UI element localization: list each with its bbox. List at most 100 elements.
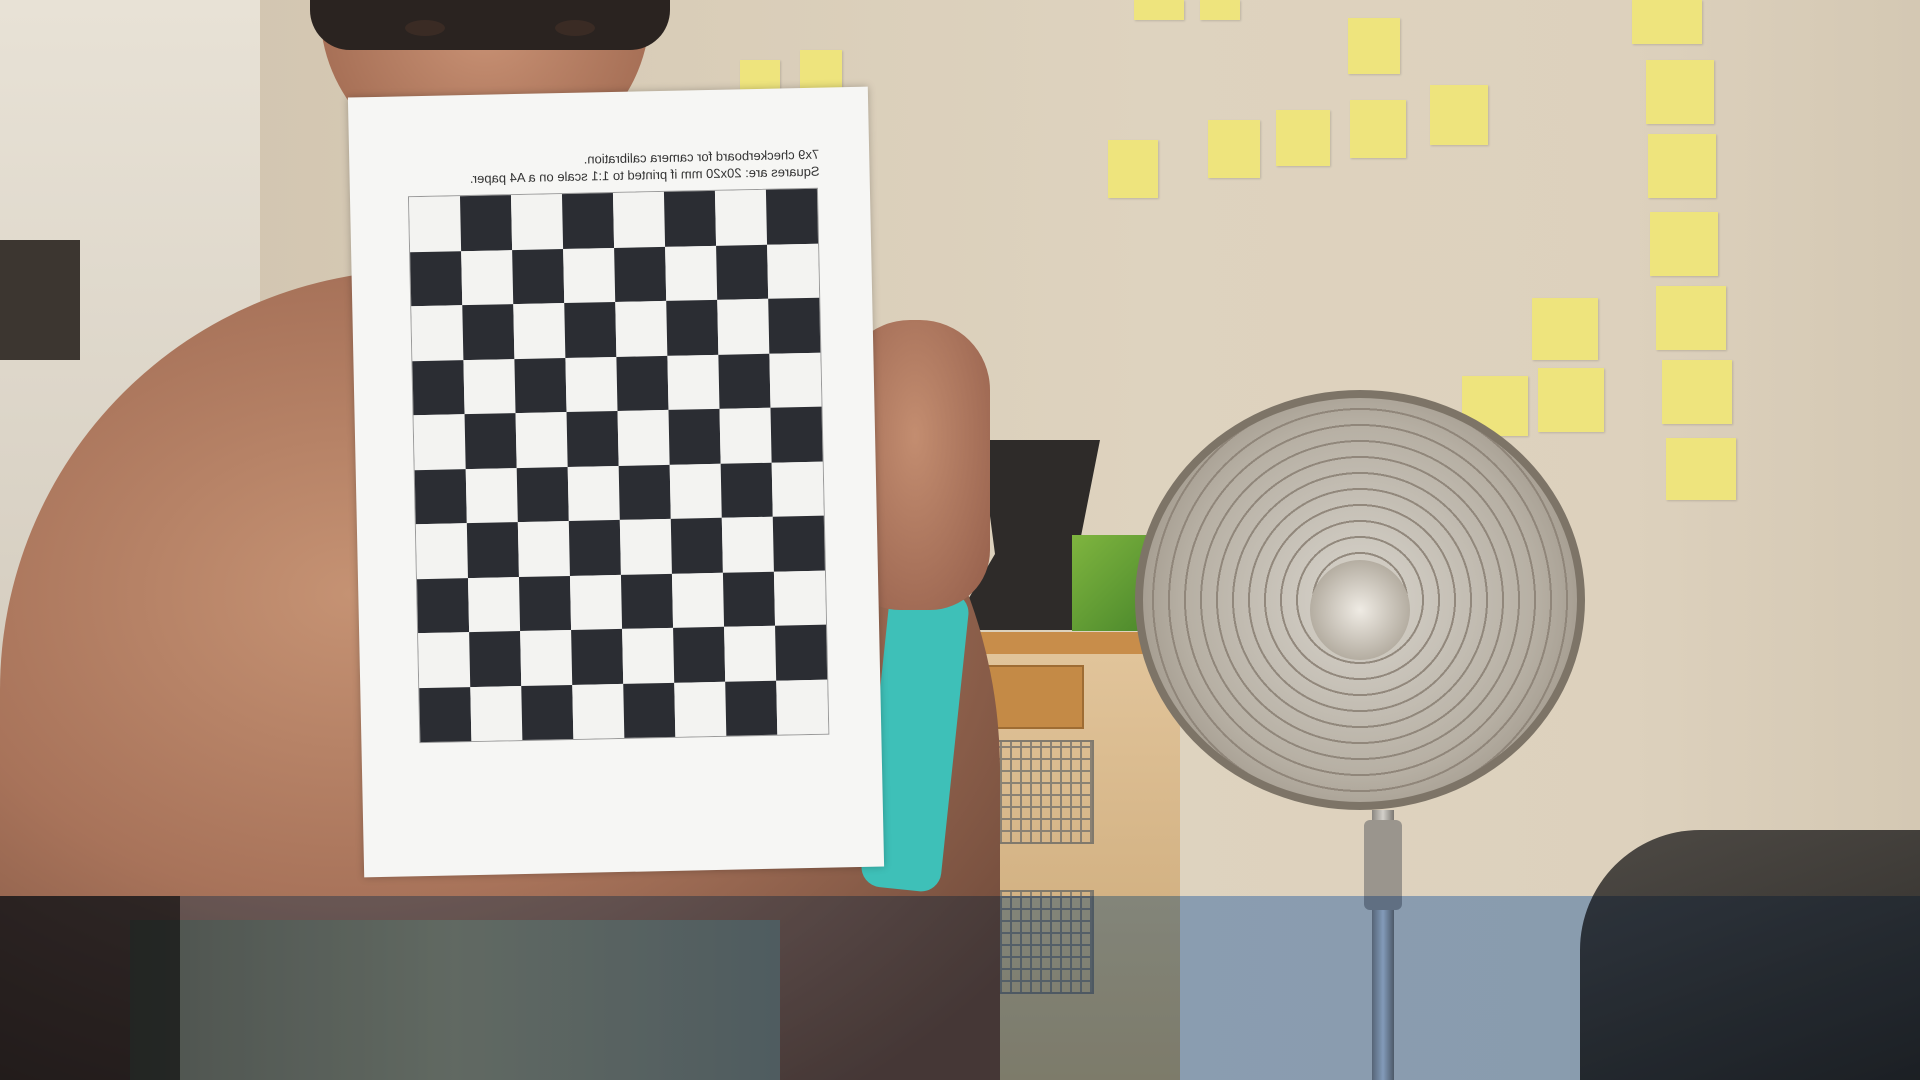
paper-caption: 7x9 checkerboard for camera calibration.… (409, 146, 820, 189)
checkerboard-square (410, 250, 463, 307)
checkerboard-square (718, 353, 771, 409)
checkerboard-square (464, 413, 517, 469)
checkerboard-square (622, 627, 675, 684)
sticky-note (1662, 360, 1732, 424)
checkerboard-square (567, 465, 620, 521)
checkerboard-square (565, 356, 618, 413)
checkerboard-square (623, 682, 676, 738)
checkerboard-square (408, 196, 462, 252)
checkerboard-square (465, 467, 518, 524)
checkerboard-square (725, 680, 778, 736)
checkerboard-square (463, 358, 516, 415)
checkerboard-square (669, 463, 722, 519)
checkerboard-square (462, 304, 515, 360)
checkerboard-square (516, 466, 569, 523)
sticky-note (1350, 100, 1406, 158)
checkerboard-square (416, 577, 470, 634)
checkerboard-square (714, 189, 768, 246)
checkerboard-square (668, 408, 721, 465)
sticky-note (1650, 212, 1718, 276)
checkerboard-paper: 7x9 checkerboard for camera calibration.… (347, 86, 885, 878)
checkerboard-square (612, 191, 666, 248)
sticky-note (1532, 298, 1598, 360)
photo-scene: 7x9 checkerboard for camera calibration.… (0, 0, 1920, 1080)
sticky-note (1632, 0, 1702, 44)
sticky-note (1348, 18, 1400, 74)
checkerboard-square (673, 626, 726, 683)
checkerboard (407, 187, 830, 744)
checkerboard-square (614, 246, 667, 302)
checkerboard-square (564, 301, 617, 358)
sticky-note (1108, 140, 1158, 198)
checkerboard-square (771, 461, 824, 517)
checkerboard-square (561, 193, 615, 249)
checkerboard-square (776, 679, 829, 735)
checkerboard-square (772, 515, 825, 572)
checkerboard-square (663, 190, 717, 247)
person-hair (310, 0, 670, 50)
checkerboard-square (469, 631, 522, 687)
checkerboard-square (418, 632, 471, 688)
person-eye (555, 20, 595, 36)
checkerboard-square (414, 468, 467, 525)
door-frame (0, 240, 80, 360)
checkerboard-square (768, 297, 821, 354)
color-tint-band (0, 896, 1920, 1080)
checkerboard-square (466, 522, 519, 578)
sticky-note (1538, 368, 1604, 432)
checkerboard-square (461, 249, 514, 306)
checkerboard-square (513, 303, 566, 359)
sticky-note (1648, 134, 1716, 198)
checkerboard-square (619, 518, 672, 575)
checkerboard-square (670, 517, 723, 574)
sticky-note (1208, 120, 1260, 178)
checkerboard-square (724, 625, 777, 682)
checkerboard-square (770, 406, 823, 463)
checkerboard-square (566, 410, 619, 467)
checkerboard-square (720, 462, 773, 518)
checkerboard-square (775, 624, 828, 681)
checkerboard-square (571, 628, 624, 685)
checkerboard-square (722, 571, 776, 627)
checkerboard-square (671, 572, 725, 628)
checkerboard-square (470, 685, 523, 742)
checkerboard-square (617, 409, 670, 466)
fan-hub (1310, 560, 1410, 660)
shadow-region (0, 896, 180, 1080)
checkerboard-square (615, 300, 668, 357)
checkerboard-square (665, 245, 718, 301)
checkerboard-square (514, 357, 567, 414)
checkerboard-square (512, 248, 565, 305)
checkerboard-square (618, 464, 671, 520)
checkerboard-square (721, 516, 774, 573)
checkerboard-square (563, 247, 616, 304)
checkerboard-square (510, 194, 564, 250)
checkerboard-square (521, 684, 574, 741)
sticky-note (1666, 438, 1736, 500)
checkerboard-square (572, 683, 625, 739)
checkerboard-square (767, 243, 820, 299)
checkerboard-square (517, 520, 570, 577)
checkerboard-square (515, 412, 568, 468)
person-eye (405, 20, 445, 36)
checkerboard-square (667, 354, 720, 410)
checkerboard-square (719, 407, 772, 464)
checkerboard-square (419, 686, 472, 743)
checkerboard-square (415, 523, 468, 579)
checkerboard-square (674, 681, 727, 737)
checkerboard-square (765, 188, 819, 245)
checkerboard-square (666, 299, 719, 356)
checkerboard-square (520, 629, 573, 686)
checkerboard-square (411, 305, 464, 361)
checkerboard-square (412, 359, 465, 416)
sticky-note (1276, 110, 1330, 166)
sticky-note (1134, 0, 1184, 20)
sticky-note (1646, 60, 1714, 124)
checkerboard-square (716, 244, 769, 300)
checkerboard-square (620, 573, 674, 629)
checkerboard-square (568, 519, 621, 576)
checkerboard-square (773, 570, 827, 626)
checkerboard-square (413, 414, 466, 470)
checkerboard-square (616, 355, 669, 411)
checkerboard-square (569, 574, 623, 630)
